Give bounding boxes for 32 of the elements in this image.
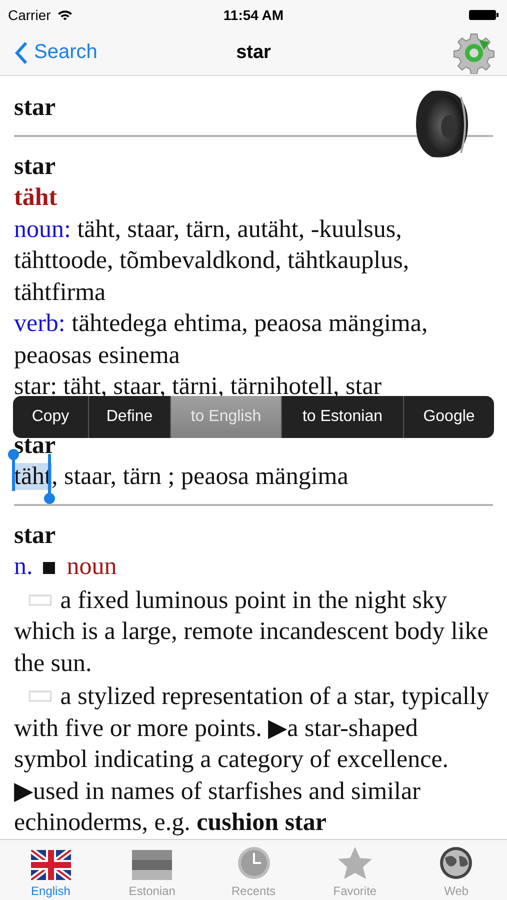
translation: täht	[14, 183, 58, 213]
tab[interactable]: Recents	[202, 840, 304, 900]
tab[interactable]: Estonian	[101, 840, 203, 900]
gear-refresh-icon[interactable]	[453, 32, 495, 74]
flag-icon	[30, 850, 71, 880]
carrier-name: Carrier	[8, 7, 51, 23]
clock-icon	[236, 846, 271, 880]
globe-icon	[439, 846, 474, 880]
headword: star	[14, 152, 56, 182]
flag-icon	[132, 850, 172, 880]
square-icon	[42, 562, 55, 574]
status-time: 11:54 AM	[223, 7, 284, 23]
menu-item[interactable]: to Estonian	[282, 396, 404, 438]
headword: star	[14, 520, 56, 550]
back-chevron-icon	[14, 40, 28, 64]
menu-item[interactable]: to English	[171, 396, 282, 438]
tab[interactable]: Favorite	[304, 840, 406, 900]
menu-item[interactable]: Google	[404, 396, 494, 438]
headword: star	[14, 93, 56, 123]
tab[interactable]: English	[0, 840, 102, 900]
battery-icon	[469, 9, 499, 21]
abbreviation: n.	[14, 553, 33, 580]
part-of-speech: noun	[66, 553, 117, 580]
nav-title: star	[236, 42, 271, 64]
definition-text: ▭ a fixed luminous point in the night sky which is a large, remote incandescent body like the sun.	[14, 582, 490, 678]
star-icon	[336, 846, 373, 880]
wifi-icon	[56, 9, 73, 21]
menu-item[interactable]: Copy	[13, 396, 89, 438]
translation-list: , staar, tärn ; peaosa mängima	[52, 463, 348, 490]
definition-text: ▭ a stylized representation of a star, typically with five or more points. ▶a star-shaped symbol indicating a category of excellence. ▶used in names of starfishes and similar echinoderms, e.g. cushion star	[14, 679, 490, 838]
tab[interactable]: Web	[406, 840, 507, 900]
back-button[interactable]: Search	[14, 40, 98, 64]
